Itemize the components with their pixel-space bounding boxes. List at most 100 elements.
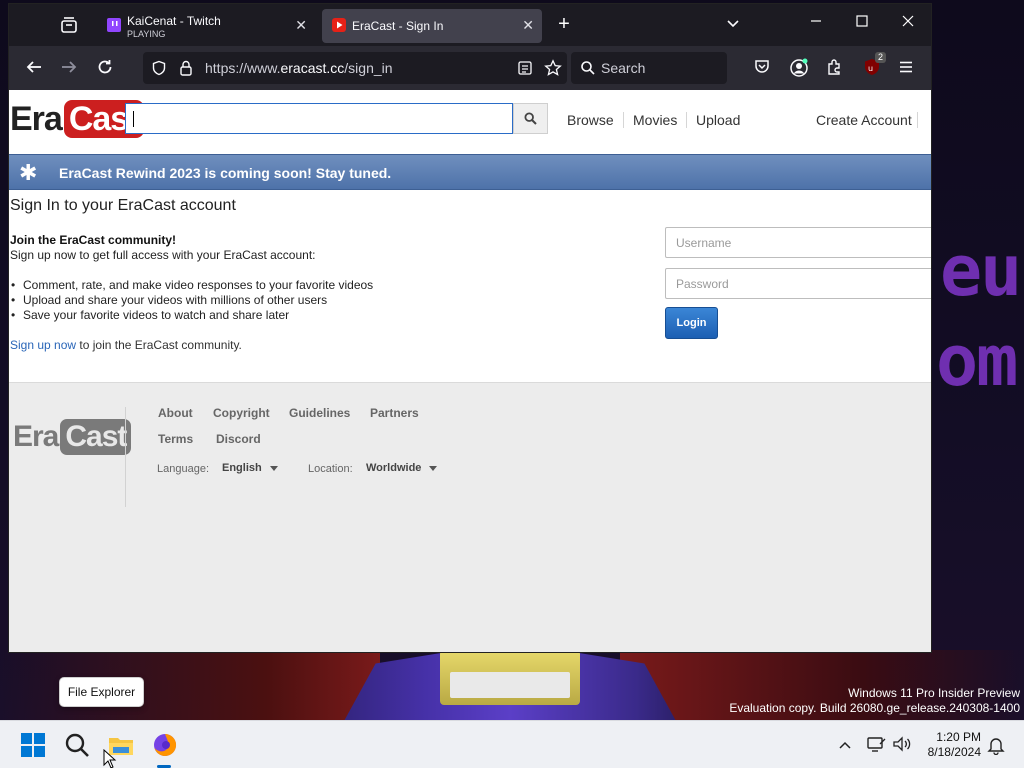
signin-section: Sign In to your EraCast account Join the…: [9, 190, 931, 482]
search-icon: [524, 112, 537, 130]
page-title: Sign In to your EraCast account: [10, 197, 236, 214]
reload-button[interactable]: [95, 58, 115, 78]
signup-link[interactable]: Sign up now: [10, 338, 76, 352]
reader-view-icon[interactable]: [517, 60, 533, 81]
password-placeholder: Password: [676, 277, 729, 291]
watermark-line: Windows 11 Pro Insider Preview: [848, 686, 1020, 700]
notification-bell-icon[interactable]: [987, 735, 1005, 760]
new-tab-button[interactable]: +: [554, 14, 574, 34]
maximize-button[interactable]: [852, 14, 872, 34]
web-page: Era Cast Browse Movies Upload Create Acc…: [9, 90, 931, 652]
logo-part: Era: [13, 420, 59, 453]
forward-button[interactable]: [59, 58, 79, 78]
tab-bar: KaiCenat - Twitch PLAYING ✕ EraCast - Si…: [9, 4, 931, 46]
logo-part: Era: [10, 99, 63, 138]
search-bar[interactable]: Search: [571, 52, 727, 84]
volume-icon[interactable]: [892, 735, 912, 758]
extension-badge: 2: [875, 52, 887, 63]
site-header: Era Cast Browse Movies Upload Create Acc…: [9, 90, 931, 154]
shield-icon[interactable]: [151, 60, 167, 81]
watermark-line: Evaluation copy. Build 26080.ge_release.…: [729, 701, 1020, 715]
signup-suffix: to join the EraCast community.: [76, 338, 242, 352]
network-icon[interactable]: [866, 735, 886, 758]
account-icon[interactable]: [789, 58, 809, 78]
lock-icon[interactable]: [178, 59, 194, 82]
location-label: Location:: [308, 463, 353, 475]
movies-link[interactable]: Movies: [633, 112, 677, 128]
url-domain: eracast.cc: [280, 60, 345, 76]
tray-clock[interactable]: 1:20 PM 8/18/2024: [928, 730, 981, 760]
windows-watermark: Windows 11 Pro Insider Preview Evaluatio…: [729, 686, 1020, 716]
list-item: Save your favorite videos to watch and s…: [10, 308, 373, 323]
firefox-icon[interactable]: [149, 729, 181, 761]
search-placeholder: Search: [601, 60, 646, 76]
pocket-icon[interactable]: [753, 58, 773, 78]
file-explorer-tooltip: File Explorer: [59, 677, 144, 707]
footer-divider: [125, 407, 126, 507]
tab-list-icon[interactable]: [59, 16, 79, 34]
search-icon[interactable]: [61, 729, 93, 761]
nav-divider: [686, 112, 687, 128]
benefits-list: Comment, rate, and make video responses …: [10, 278, 373, 323]
browse-link[interactable]: Browse: [567, 112, 614, 128]
footer-link-copyright[interactable]: Copyright: [213, 406, 270, 420]
footer-link-about[interactable]: About: [158, 406, 193, 420]
footer-link-guidelines[interactable]: Guidelines: [289, 406, 350, 420]
taskbar: 1:20 PM 8/18/2024: [0, 720, 1024, 768]
footer-link-terms[interactable]: Terms: [158, 432, 193, 446]
wallpaper-text: om: [936, 320, 1018, 402]
site-search-button[interactable]: [513, 103, 548, 134]
tab-title: EraCast - Sign In: [352, 19, 444, 33]
footer-link-partners[interactable]: Partners: [370, 406, 419, 420]
eracast-logo[interactable]: Era Cast: [10, 100, 144, 138]
language-select[interactable]: English: [222, 462, 278, 474]
browser-window: KaiCenat - Twitch PLAYING ✕ EraCast - Si…: [9, 4, 931, 652]
url-text[interactable]: https://www.eracast.cc/sign_in: [205, 60, 393, 76]
create-account-link[interactable]: Create Account: [816, 112, 912, 128]
username-placeholder: Username: [676, 236, 732, 250]
star-icon: ✱: [19, 160, 38, 185]
ublock-icon[interactable]: u 2: [863, 52, 887, 78]
banner-text: EraCast Rewind 2023 is coming soon! Stay…: [59, 165, 392, 181]
upload-link[interactable]: Upload: [696, 112, 740, 128]
tab-playing-label: PLAYING: [127, 29, 166, 39]
language-label: Language:: [157, 463, 209, 475]
nav-divider: [623, 112, 624, 128]
footer-logo[interactable]: Era Cast: [13, 419, 132, 455]
bookmark-star-icon[interactable]: [544, 59, 562, 82]
mouse-cursor-icon: [103, 748, 117, 768]
close-tab-icon[interactable]: ✕: [522, 18, 534, 32]
minimize-button[interactable]: [806, 14, 826, 34]
wallpaper-shape: [0, 650, 380, 720]
location-select[interactable]: Worldwide: [366, 462, 437, 474]
chevron-up-icon[interactable]: [838, 738, 852, 756]
url-prefix: https://www.: [205, 60, 281, 76]
login-button[interactable]: Login: [665, 307, 718, 339]
back-button[interactable]: [24, 58, 44, 78]
announcement-banner: ✱ EraCast Rewind 2023 is coming soon! St…: [9, 154, 931, 190]
close-window-button[interactable]: [898, 14, 918, 34]
close-tab-icon[interactable]: ✕: [295, 18, 307, 32]
password-field[interactable]: Password: [665, 268, 931, 299]
svg-text:u: u: [868, 64, 873, 73]
footer-link-discord[interactable]: Discord: [216, 432, 261, 446]
clock-date: 8/18/2024: [927, 745, 981, 759]
username-field[interactable]: Username: [665, 227, 931, 258]
chevron-down-icon[interactable]: [725, 16, 741, 37]
address-bar[interactable]: https://www.eracast.cc/sign_in: [143, 52, 567, 84]
list-item: Upload and share your videos with millio…: [10, 293, 373, 308]
site-search-input[interactable]: [125, 103, 513, 134]
tab-twitch[interactable]: KaiCenat - Twitch PLAYING ✕: [97, 9, 315, 43]
extensions-icon[interactable]: [825, 58, 845, 78]
signup-line: Sign up now to join the EraCast communit…: [10, 338, 242, 352]
tab-eracast[interactable]: EraCast - Sign In ✕: [322, 9, 542, 43]
menu-icon[interactable]: [897, 58, 917, 78]
site-footer: Era Cast About Copyright Guidelines Part…: [9, 382, 931, 652]
nav-toolbar: https://www.eracast.cc/sign_in Search u …: [9, 46, 931, 90]
url-path: /sign_in: [344, 60, 393, 76]
windows-start-icon[interactable]: [17, 729, 49, 761]
list-item: Comment, rate, and make video responses …: [10, 278, 373, 293]
nav-divider: [917, 112, 918, 128]
logo-part: Cast: [60, 419, 132, 455]
join-text: Sign up now to get full access with your…: [10, 248, 316, 262]
